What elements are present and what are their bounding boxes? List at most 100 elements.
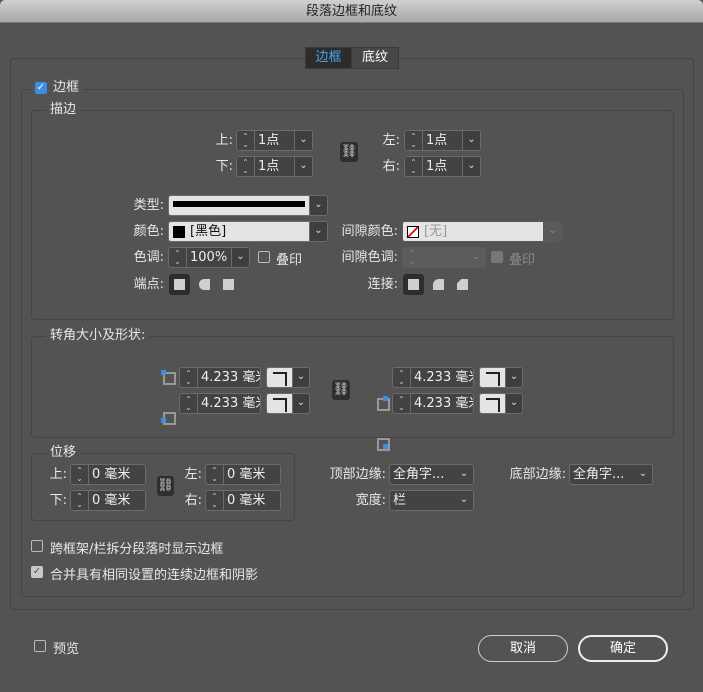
offset-left-field[interactable]: ⌃ ⌄ 0 毫米 [205,464,281,485]
join-label: 连接: [367,277,398,292]
stroke-bottom-field[interactable]: ⌃ ⌄ 1点 ⌄ [236,156,313,177]
black-swatch-icon [173,225,185,238]
stepper-icon[interactable]: ⌃ ⌄ [405,157,423,176]
merge-borders-checkbox[interactable]: ✓ [31,566,43,578]
width-value: 栏 [393,493,407,508]
stroke-right-value[interactable]: 1点 [423,157,462,176]
offset-top-field[interactable]: ⌃ ⌄ 0 毫米 [70,464,146,485]
butt-cap-icon[interactable] [169,274,190,295]
stroke-left-field[interactable]: ⌃ ⌄ 1点 ⌄ [404,130,481,151]
stepper-icon[interactable]: ⌃ ⌄ [393,368,411,387]
stepper-icon[interactable]: ⌃ ⌄ [71,491,89,510]
top-left-corner-field[interactable]: ⌃⌄4.233 毫米 [179,367,261,388]
ok-button[interactable]: 确定 [578,635,668,662]
dialog-title: 段落边框和底纹 [0,0,703,23]
round-cap-icon[interactable] [194,274,215,295]
bottom-edge-label: 底部边缘: [509,467,566,482]
stroke-top-field[interactable]: ⌃ ⌄ 1点 ⌄ [236,130,313,151]
top-right-corner-icon [375,396,390,411]
top-left-corner-value[interactable]: 4.233 毫米 [198,368,260,387]
color-dropdown[interactable]: [黑色] ⌄ [168,221,328,242]
chevron-down-icon[interactable]: ⌄ [467,248,485,267]
solid-line-swatch [173,201,305,207]
gap-tint-value[interactable] [421,248,467,267]
offset-right-field[interactable]: ⌃ ⌄ 0 毫米 [205,490,281,511]
stepper-icon[interactable]: ⌃ ⌄ [237,157,255,176]
projecting-cap-icon[interactable] [218,274,239,295]
chevron-down-icon[interactable]: ⌄ [455,465,473,484]
tint-value[interactable]: 100% [187,248,231,267]
preview-checkbox[interactable] [34,640,46,652]
overprint-checkbox[interactable] [258,251,270,263]
chevron-down-icon[interactable]: ⌄ [504,394,522,413]
bottom-right-corner-value[interactable]: 4.233 毫米 [411,394,473,413]
gap-color-value: [无] [424,224,448,239]
bottom-right-corner-icon [375,436,390,451]
display-across-frames-checkbox[interactable] [31,540,43,552]
tab-shading[interactable]: 底纹 [351,47,399,69]
stepper-icon[interactable]: ⌃ ⌄ [180,394,198,413]
chevron-down-icon[interactable]: ⌄ [294,157,312,176]
stroke-bottom-value[interactable]: 1点 [255,157,294,176]
stroke-title: 描边 [46,102,81,118]
bottom-right-shape-dropdown[interactable]: ⌄ [479,393,523,414]
chevron-down-icon[interactable]: ⌄ [294,131,312,150]
type-dropdown[interactable]: ⌄ [168,195,328,216]
offset-right-label: 右: [184,493,202,508]
chevron-down-icon[interactable]: ⌄ [231,248,249,267]
chevron-down-icon[interactable]: ⌄ [462,157,480,176]
offset-left-value[interactable]: 0 毫米 [224,465,280,484]
bottom-left-corner-field[interactable]: ⌃⌄4.233 毫米 [179,393,261,414]
stepper-icon[interactable]: ⌃ ⌄ [237,131,255,150]
chevron-down-icon[interactable]: ⌄ [504,368,522,387]
gap-overprint-checkbox[interactable] [491,251,503,263]
miter-join-icon[interactable] [403,274,424,295]
stepper-icon[interactable]: ⌃ ⌄ [393,394,411,413]
bottom-left-shape-dropdown[interactable]: ⌄ [266,393,310,414]
top-left-shape-dropdown[interactable]: ⌄ [266,367,310,388]
offset-bottom-field[interactable]: ⌃ ⌄ 0 毫米 [70,490,146,511]
stepper-icon[interactable]: ⌃ ⌄ [405,131,423,150]
chevron-down-icon[interactable]: ⌄ [291,394,309,413]
gap-color-dropdown[interactable]: [无] ⌄ [402,221,562,242]
border-checkbox[interactable]: ✓ [35,82,47,94]
offset-top-value[interactable]: 0 毫米 [89,465,145,484]
tab-border[interactable]: 边框 [305,47,352,69]
cancel-button[interactable]: 取消 [478,635,568,662]
bottom-left-corner-value[interactable]: 4.233 毫米 [198,394,260,413]
chevron-down-icon[interactable]: ⌄ [543,222,561,241]
round-join-icon[interactable] [428,274,449,295]
gap-tint-field[interactable]: ⌃ ⌄ ⌄ [402,247,486,268]
stepper-icon[interactable]: ⌃ ⌄ [403,248,421,267]
top-right-shape-dropdown[interactable]: ⌄ [479,367,523,388]
top-right-corner-value[interactable]: 4.233 毫米 [411,368,473,387]
stepper-icon[interactable]: ⌃ ⌄ [206,465,224,484]
offset-right-value[interactable]: 0 毫米 [224,491,280,510]
link-icon[interactable]: ⛓ [340,142,358,162]
bottom-right-corner-field[interactable]: ⌃⌄4.233 毫米 [392,393,474,414]
stepper-icon[interactable]: ⌃ ⌄ [180,368,198,387]
stepper-icon[interactable]: ⌃ ⌄ [71,465,89,484]
offset-link-icon[interactable]: ⛓ [157,476,174,496]
bottom-edge-dropdown[interactable]: 全角字... ⌄ [569,464,653,485]
stroke-right-field[interactable]: ⌃ ⌄ 1点 ⌄ [404,156,481,177]
top-right-corner-field[interactable]: ⌃⌄4.233 毫米 [392,367,474,388]
tint-field[interactable]: ⌃ ⌄ 100% ⌄ [168,247,250,268]
gap-color-label: 间隙颜色: [341,224,398,239]
offset-bottom-value[interactable]: 0 毫米 [89,491,145,510]
top-edge-dropdown[interactable]: 全角字... ⌄ [389,464,474,485]
chevron-down-icon[interactable]: ⌄ [634,465,652,484]
width-dropdown[interactable]: 栏 ⌄ [389,490,474,511]
chevron-down-icon[interactable]: ⌄ [291,368,309,387]
stepper-icon[interactable]: ⌃ ⌄ [169,248,187,267]
stroke-right-label: 右: [382,159,400,174]
chevron-down-icon[interactable]: ⌄ [462,131,480,150]
chevron-down-icon[interactable]: ⌄ [309,196,327,215]
corner-link-icon[interactable]: ⛓ [332,380,350,400]
stroke-left-value[interactable]: 1点 [423,131,462,150]
stroke-top-label: 上: [215,133,233,148]
chevron-down-icon[interactable]: ⌄ [455,491,473,510]
stroke-top-value[interactable]: 1点 [255,131,294,150]
stepper-icon[interactable]: ⌃ ⌄ [206,491,224,510]
bevel-join-icon[interactable] [452,274,473,295]
